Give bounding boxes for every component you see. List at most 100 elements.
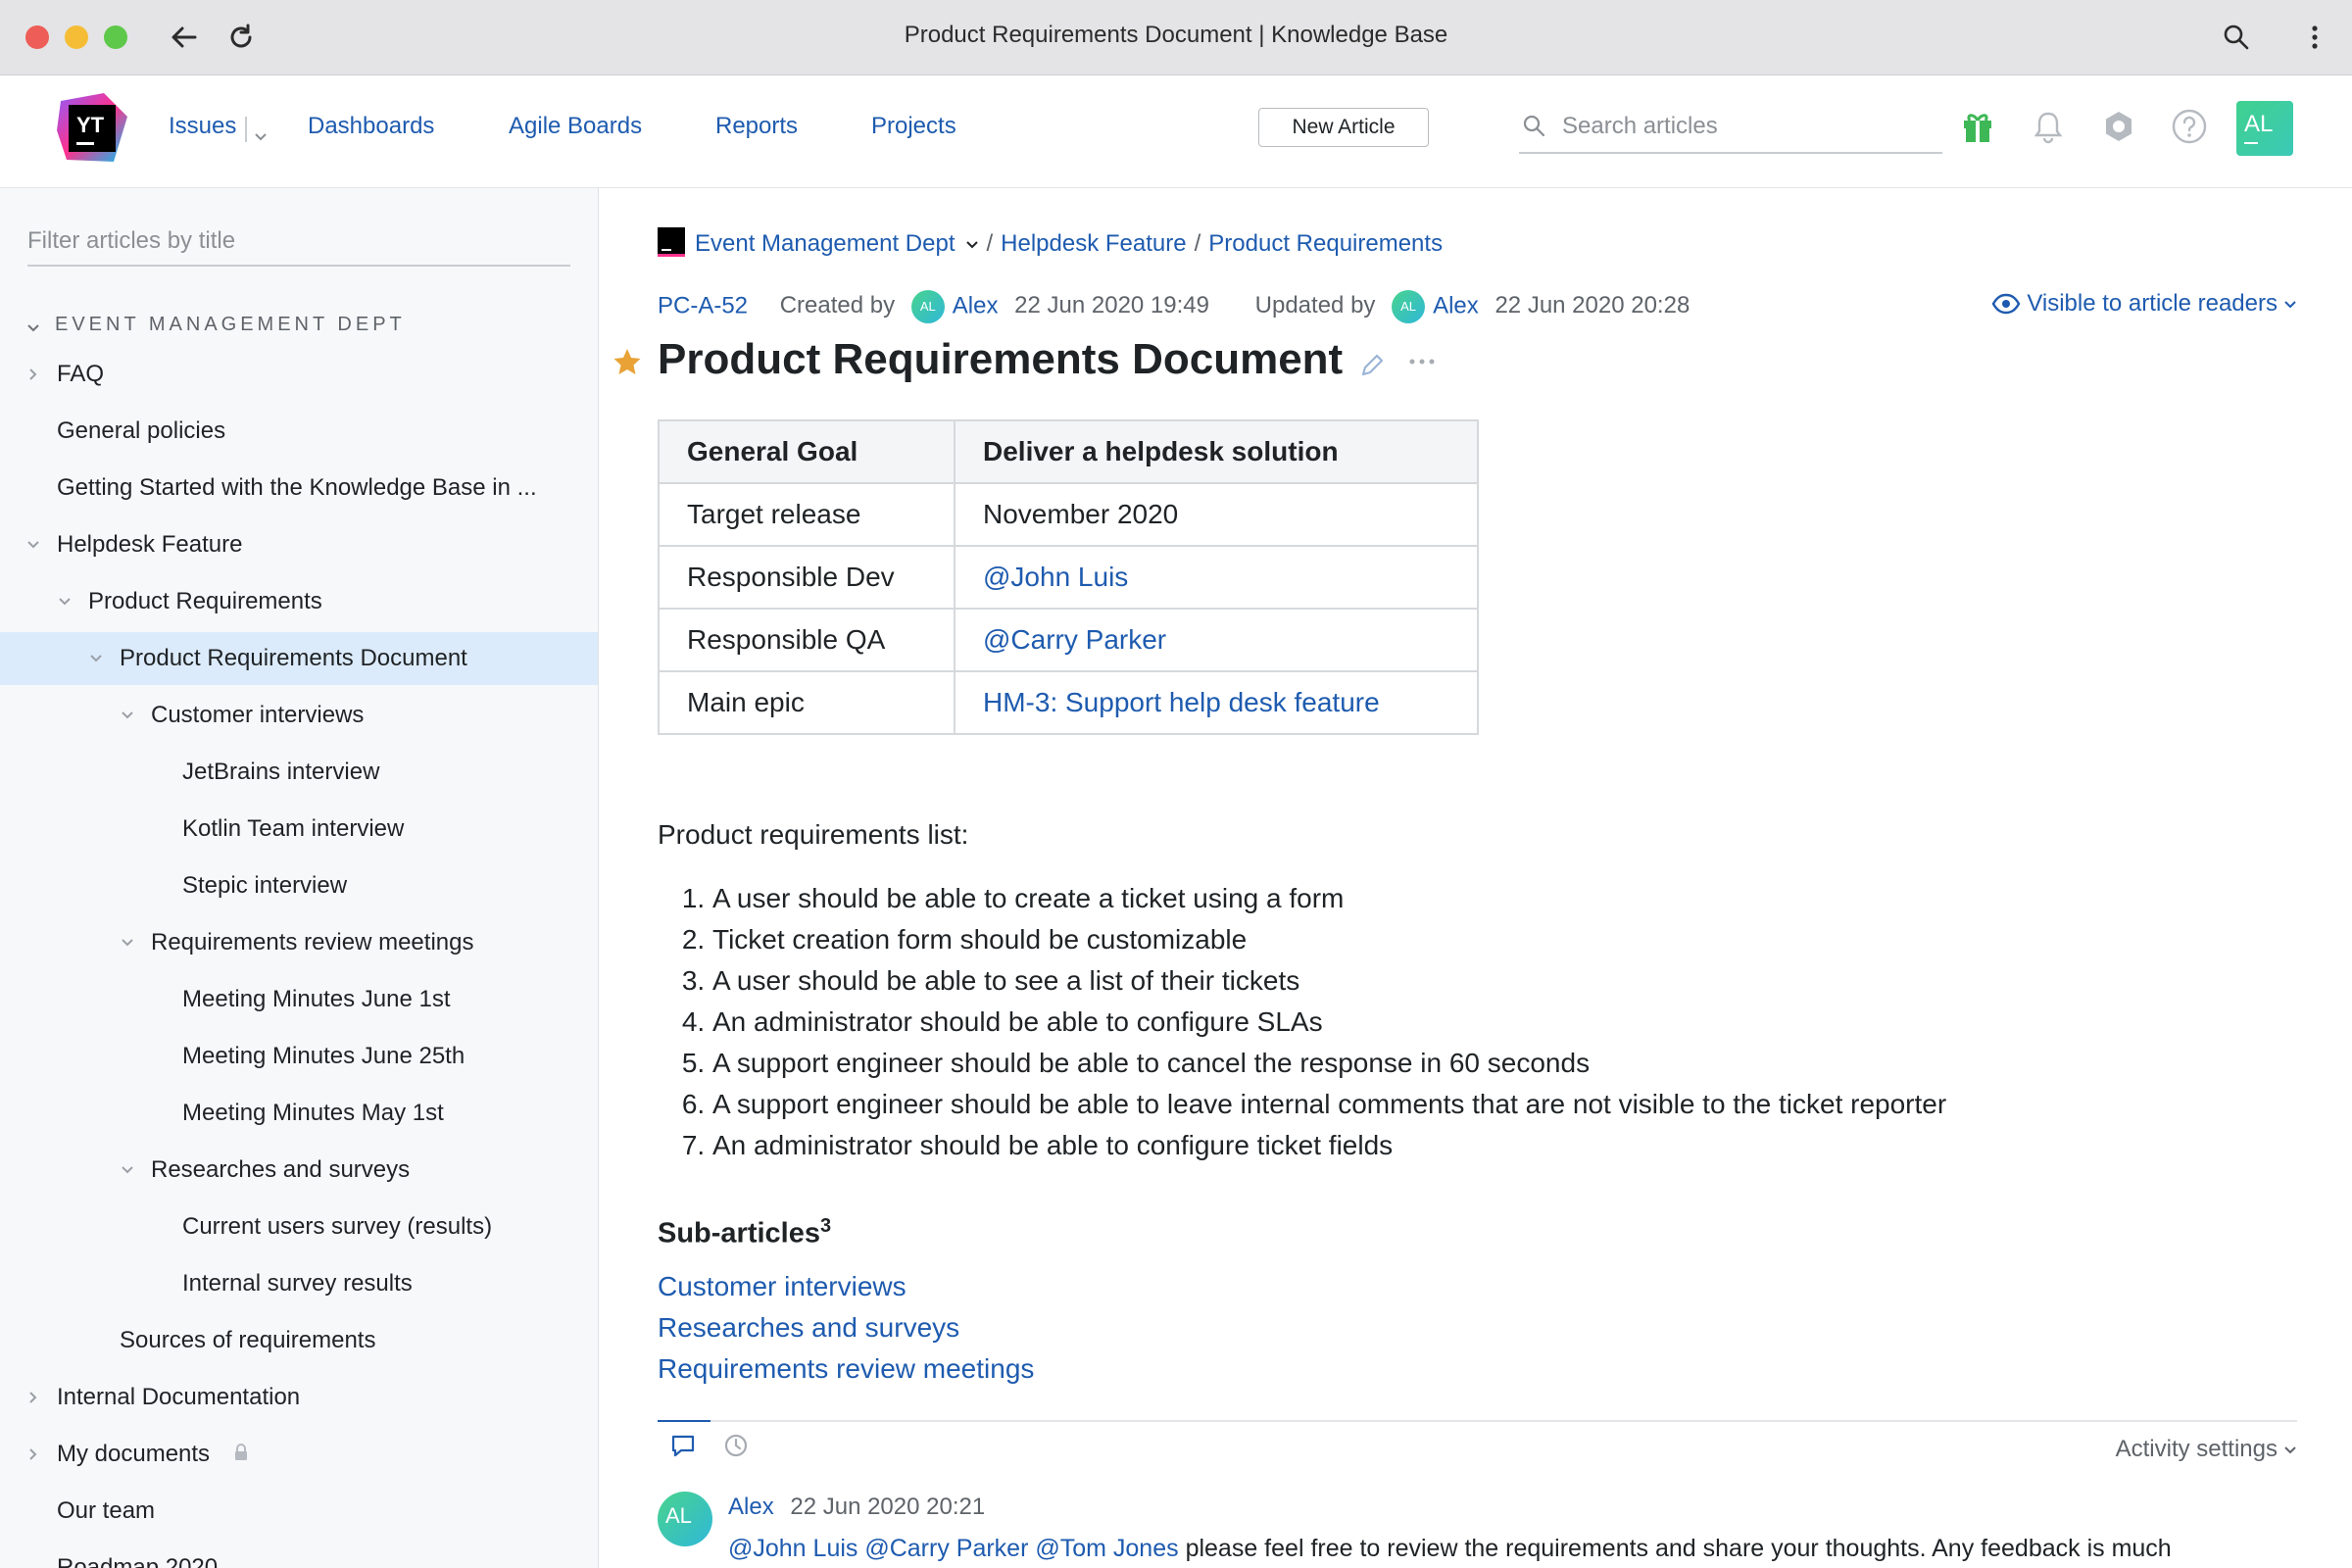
chevron-down-icon[interactable]: [120, 708, 135, 723]
chevron-down-icon[interactable]: [57, 594, 73, 610]
chevron-down-icon[interactable]: [25, 316, 41, 343]
sidebar-item[interactable]: Helpdesk Feature: [0, 518, 598, 571]
visibility-dropdown[interactable]: Visible to article readers: [1991, 290, 2297, 318]
sidebar-item[interactable]: Current users survey (results): [0, 1200, 598, 1253]
activity-settings-dropdown[interactable]: Activity settings: [2116, 1436, 2297, 1463]
sidebar-item-label: Product Requirements: [88, 588, 322, 614]
search-input[interactable]: Search articles: [1519, 105, 1942, 154]
created-by-user[interactable]: Alex: [953, 292, 999, 318]
user-avatar[interactable]: AL: [2236, 101, 2293, 156]
issues-dropdown-chevron-icon[interactable]: [253, 122, 269, 150]
table-value-cell: November 2020: [954, 482, 1479, 547]
table-link-cell[interactable]: @Carry Parker: [954, 608, 1479, 672]
table-row: Main epic HM-3: Support help desk feature: [658, 670, 1479, 735]
sidebar-item[interactable]: General policies: [0, 405, 598, 458]
window-title: Product Requirements Document | Knowledg…: [904, 22, 1448, 48]
table-header-cell: General Goal: [658, 419, 956, 484]
sidebar-item[interactable]: Sources of requirements: [0, 1314, 598, 1367]
table-key-cell: Responsible QA: [658, 608, 956, 672]
table-key-cell: Responsible Dev: [658, 545, 956, 610]
comment-author[interactable]: Alex: [728, 1494, 774, 1520]
nav-reports[interactable]: Reports: [715, 113, 798, 140]
sidebar-item[interactable]: Stepic interview: [0, 859, 598, 912]
sidebar-item-label: Internal survey results: [182, 1270, 413, 1297]
zoom-search-icon[interactable]: [2215, 16, 2258, 59]
settings-gear-icon[interactable]: [2097, 105, 2140, 148]
comment-header: Alex 22 Jun 2020 20:21: [728, 1494, 985, 1521]
nav-dashboards[interactable]: Dashboards: [308, 113, 434, 140]
sub-article-link[interactable]: Customer interviews: [658, 1266, 1034, 1307]
breadcrumb-current[interactable]: Product Requirements: [1208, 230, 1443, 257]
page-title: Product Requirements Document: [658, 335, 1344, 383]
sidebar-item-label: Internal Documentation: [57, 1384, 301, 1410]
table-link-cell[interactable]: @John Luis: [954, 545, 1479, 610]
sidebar-item[interactable]: Requirements review meetings: [0, 916, 598, 969]
sidebar-item[interactable]: FAQ: [0, 348, 598, 401]
chevron-down-icon[interactable]: [965, 240, 979, 250]
chevron-down-icon[interactable]: [120, 1162, 135, 1178]
nav-agile-boards[interactable]: Agile Boards: [509, 113, 642, 140]
comments-tab-icon[interactable]: [669, 1432, 697, 1459]
sidebar-item[interactable]: Getting Started with the Knowledge Base …: [0, 462, 598, 514]
new-article-button[interactable]: New Article: [1258, 108, 1429, 147]
sidebar-item[interactable]: Kotlin Team interview: [0, 803, 598, 856]
sidebar-item[interactable]: Product Requirements: [0, 575, 598, 628]
edit-pencil-icon[interactable]: [1357, 351, 1387, 380]
filter-articles-input[interactable]: Filter articles by title: [27, 218, 570, 267]
more-vertical-icon[interactable]: [2293, 16, 2336, 59]
chevron-down-icon[interactable]: [120, 935, 135, 951]
avatar: AL: [1392, 290, 1426, 323]
table-link-cell[interactable]: HM-3: Support help desk feature: [954, 670, 1479, 735]
sub-article-link[interactable]: Requirements review meetings: [658, 1348, 1034, 1390]
bell-icon[interactable]: [2027, 105, 2070, 148]
sub-articles-list: Customer interviews Researches and survey…: [658, 1266, 1034, 1390]
chevron-right-icon[interactable]: [25, 1446, 41, 1462]
sidebar-item[interactable]: Our team: [0, 1485, 598, 1538]
list-item: A support engineer should be able to lea…: [712, 1084, 2182, 1125]
sidebar-item[interactable]: My documents: [0, 1428, 598, 1481]
requirements-list: A user should be able to create a ticket…: [658, 878, 2182, 1166]
section-heading: EVENT MANAGEMENT DEPT: [55, 314, 406, 335]
created-at: 22 Jun 2020 19:49: [1014, 292, 1209, 319]
sub-article-link[interactable]: Researches and surveys: [658, 1307, 1034, 1348]
sidebar-item-label: Requirements review meetings: [151, 929, 474, 956]
sidebar-item[interactable]: Meeting Minutes June 1st: [0, 973, 598, 1026]
sidebar-item[interactable]: JetBrains interview: [0, 746, 598, 799]
history-tab-icon[interactable]: [722, 1432, 750, 1459]
nav-issues[interactable]: Issues: [169, 113, 236, 140]
sidebar-item[interactable]: Product Requirements Document: [0, 632, 598, 685]
updated-by-user[interactable]: Alex: [1433, 292, 1479, 318]
gift-icon[interactable]: [1956, 105, 1999, 148]
sidebar-item[interactable]: Customer interviews: [0, 689, 598, 742]
sidebar-item-label: Researches and surveys: [151, 1156, 411, 1183]
chevron-down-icon[interactable]: [88, 651, 104, 666]
chevron-down-icon[interactable]: [25, 537, 41, 553]
sidebar-item-label: General policies: [57, 417, 226, 444]
requirements-heading: Product requirements list:: [658, 819, 969, 850]
eye-icon: [1991, 293, 2021, 315]
sidebar-item-label: Our team: [57, 1497, 156, 1524]
sidebar-item-label: Getting Started with the Knowledge Base …: [57, 474, 537, 501]
sidebar-item-label: Customer interviews: [151, 702, 365, 728]
more-horizontal-icon[interactable]: [1408, 357, 1436, 367]
chevron-right-icon[interactable]: [25, 367, 41, 382]
sidebar-item-label: Roadmap 2020: [57, 1554, 219, 1568]
sidebar-item[interactable]: Internal Documentation: [0, 1371, 598, 1424]
sidebar-item[interactable]: Roadmap 2020: [0, 1542, 598, 1568]
table-key-cell: Target release: [658, 482, 956, 547]
help-icon[interactable]: [2168, 105, 2211, 148]
nav-projects[interactable]: Projects: [871, 113, 956, 140]
sidebar-item[interactable]: Meeting Minutes June 25th: [0, 1030, 598, 1083]
sidebar-item-label: Kotlin Team interview: [182, 815, 405, 842]
chevron-right-icon[interactable]: [25, 1390, 41, 1405]
sidebar-item[interactable]: Researches and surveys: [0, 1144, 598, 1197]
article-id[interactable]: PC-A-52: [658, 292, 748, 318]
breadcrumb-project[interactable]: Event Management Dept: [695, 230, 956, 257]
breadcrumb-parent[interactable]: Helpdesk Feature: [1001, 230, 1186, 257]
comment-mentions[interactable]: @John Luis @Carry Parker @Tom Jones: [728, 1535, 1179, 1562]
star-icon[interactable]: [612, 347, 642, 376]
sidebar-item[interactable]: Internal survey results: [0, 1257, 598, 1310]
sidebar-item[interactable]: Meeting Minutes May 1st: [0, 1087, 598, 1140]
list-item: An administrator should be able to confi…: [712, 1002, 2182, 1043]
youtrack-logo[interactable]: YT: [55, 91, 129, 166]
